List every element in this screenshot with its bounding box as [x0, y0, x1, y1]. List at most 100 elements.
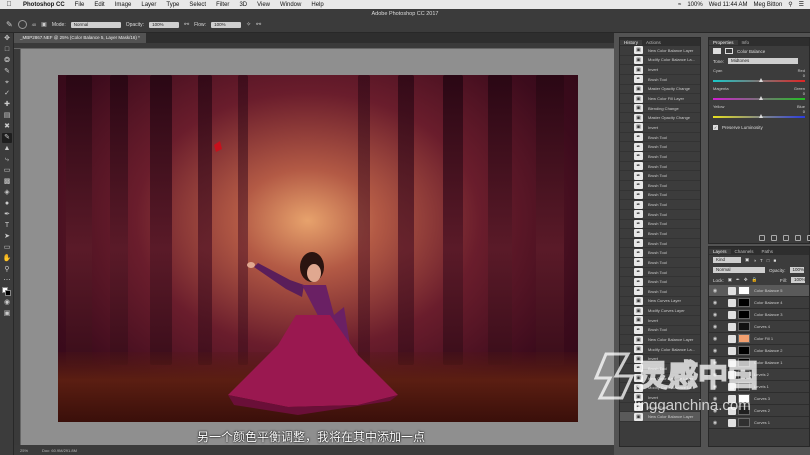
tab-info[interactable]: Info — [738, 40, 754, 45]
menu-select[interactable]: Select — [184, 2, 211, 8]
history-item[interactable]: ✒ Brush Tool — [620, 403, 700, 413]
slider-knob[interactable] — [759, 114, 763, 118]
layer-name[interactable]: Color Balance 3 — [754, 312, 782, 317]
reset-icon[interactable] — [783, 235, 789, 241]
move-tool-icon[interactable]: ✥ — [2, 34, 12, 44]
tab-paths[interactable]: Paths — [758, 249, 778, 254]
canvas-area[interactable] — [21, 49, 614, 445]
visibility-eye-icon[interactable]: ◉ — [712, 384, 718, 390]
layer-row[interactable]: ◉ Curves 2 — [709, 405, 809, 417]
history-item[interactable]: ▣ New Color Balance Layer — [620, 335, 700, 345]
clip-to-layer-icon[interactable] — [759, 235, 765, 241]
history-item[interactable]: ✒ Brush Tool — [620, 171, 700, 181]
filter-adjust-icon[interactable]: ◑ — [753, 258, 756, 263]
search-icon[interactable]: ⚲ — [788, 1, 792, 8]
ruler-vertical[interactable] — [14, 49, 21, 445]
history-item[interactable]: ✒ Brush Tool — [620, 75, 700, 85]
type-tool-icon[interactable]: T — [2, 221, 12, 231]
more-tools-icon[interactable]: ⋯ — [2, 276, 12, 286]
layer-row[interactable]: ◉ Levels 2 — [709, 369, 809, 381]
mode-select[interactable]: Normal — [70, 21, 121, 28]
visibility-eye-icon[interactable]: ◉ — [712, 300, 718, 306]
layer-mask-thumb[interactable] — [738, 394, 750, 403]
menu-help[interactable]: Help — [306, 2, 328, 8]
lasso-tool-icon[interactable]: ❂ — [2, 56, 12, 66]
lock-pixels-icon[interactable]: ▣ — [728, 277, 732, 283]
visibility-eye-icon[interactable]: ◉ — [712, 420, 718, 426]
layer-name[interactable]: Curves 2 — [754, 408, 770, 413]
battery-label[interactable]: 100% — [687, 2, 702, 8]
content-aware-icon[interactable]: ✖ — [2, 122, 12, 132]
history-item[interactable]: ✒ Brush Tool — [620, 268, 700, 278]
history-item[interactable]: ✒ Brush Tool — [620, 142, 700, 153]
layer-mask-thumb[interactable] — [738, 322, 750, 331]
eyedropper-tool-icon[interactable]: ✓ — [2, 89, 12, 99]
doc-size[interactable]: Doc: 60.9M/291.8M — [42, 448, 77, 453]
history-item[interactable]: ✒ Brush Tool — [620, 162, 700, 172]
layer-mask-thumb[interactable] — [738, 418, 750, 427]
pressure-opacity-icon[interactable]: ⚯ — [184, 21, 189, 28]
history-item[interactable]: ✒ Brush Tool — [620, 133, 700, 143]
history-brush-tool-icon[interactable]: ⤷ — [2, 155, 12, 165]
slider-track[interactable] — [713, 96, 805, 100]
layer-row[interactable]: ◉ Color Fill 1 — [709, 333, 809, 345]
slider-knob[interactable] — [759, 78, 763, 82]
layer-row[interactable]: ◉ Color Balance 1 — [709, 357, 809, 369]
color-balance-slider[interactable]: Cyan Red 0 — [709, 66, 809, 84]
pen-tool-icon[interactable]: ✒ — [2, 210, 12, 220]
clone-stamp-tool-icon[interactable]: ▲ — [2, 144, 12, 154]
filter-smart-icon[interactable]: ■ — [773, 258, 776, 263]
layer-name[interactable]: Levels 2 — [754, 372, 769, 377]
layer-name[interactable]: Levels 1 — [754, 384, 769, 389]
slider-track[interactable] — [713, 78, 805, 82]
gradient-tool-icon[interactable]: ▩ — [2, 177, 12, 187]
menu-3d[interactable]: 3D — [234, 2, 252, 8]
layer-mask-thumb[interactable] — [738, 370, 750, 379]
airbrush-icon[interactable]: ✧ — [246, 21, 251, 28]
preserve-checkbox[interactable]: ✓ — [713, 125, 718, 130]
layer-row[interactable]: ◉ Curves 4 — [709, 321, 809, 333]
mask-icon[interactable] — [725, 48, 733, 54]
history-item[interactable]: ▣ Invert — [620, 393, 700, 403]
quick-select-tool-icon[interactable]: ✎ — [2, 67, 12, 77]
layer-mask-thumb[interactable] — [738, 334, 750, 343]
lock-position-icon[interactable]: ✥ — [744, 277, 748, 283]
menu-list-icon[interactable]: ☰ — [799, 1, 804, 8]
menu-type[interactable]: Type — [161, 2, 184, 8]
menu-view[interactable]: View — [252, 2, 275, 8]
history-item[interactable]: ▣ Modify Curves Layer — [620, 306, 700, 316]
layer-mask-thumb[interactable] — [738, 298, 750, 307]
menu-window[interactable]: Window — [275, 2, 306, 8]
menu-layer[interactable]: Layer — [136, 2, 161, 8]
history-item[interactable]: ✒ Brush Tool — [620, 181, 700, 191]
menu-app[interactable]: Photoshop CC — [18, 2, 70, 8]
quick-mask-icon[interactable]: ◉ — [2, 298, 12, 308]
history-item[interactable]: ▣ New Color Fill Layer — [620, 94, 700, 104]
color-balance-slider[interactable]: Magenta Green 0 — [709, 84, 809, 102]
visibility-eye-icon[interactable]: ◉ — [712, 372, 718, 378]
zoom-tool-icon[interactable]: ⚲ — [2, 265, 12, 275]
layer-opacity-field[interactable]: 100% — [789, 267, 804, 273]
history-item[interactable]: ▣ Modify Color Balance La... — [620, 383, 700, 394]
history-item[interactable]: ▣ New Color Balance Layer — [620, 374, 700, 384]
brush-tool-preset-icon[interactable]: ✎ — [6, 20, 13, 29]
apple-icon[interactable]:  — [0, 1, 18, 8]
lock-paint-icon[interactable]: ✒ — [736, 277, 740, 283]
tab-history[interactable]: History — [620, 39, 643, 45]
filter-type-icon[interactable]: T — [760, 258, 763, 263]
history-item[interactable]: ✒ Brush Tool — [620, 229, 700, 239]
slider-knob[interactable] — [759, 96, 763, 100]
layer-name[interactable]: Color Balance 2 — [754, 348, 782, 353]
filter-pixel-icon[interactable]: ▣ — [745, 257, 749, 263]
tab-properties[interactable]: Properties — [709, 39, 738, 45]
layer-mask-thumb[interactable] — [738, 406, 750, 415]
layer-row[interactable]: ◉ Curves 1 — [709, 417, 809, 429]
visibility-eye-icon[interactable]: ◉ — [712, 396, 718, 402]
layer-mask-thumb[interactable] — [738, 346, 750, 355]
layer-name[interactable]: Color Balance 4 — [754, 300, 782, 305]
dodge-tool-icon[interactable]: ● — [2, 199, 12, 209]
tab-layers[interactable]: Layers — [709, 248, 731, 254]
visibility-eye-icon[interactable]: ◉ — [712, 324, 718, 330]
layer-row[interactable]: ◉ Color Balance 4 — [709, 297, 809, 309]
layer-name[interactable]: Curves 3 — [754, 396, 770, 401]
